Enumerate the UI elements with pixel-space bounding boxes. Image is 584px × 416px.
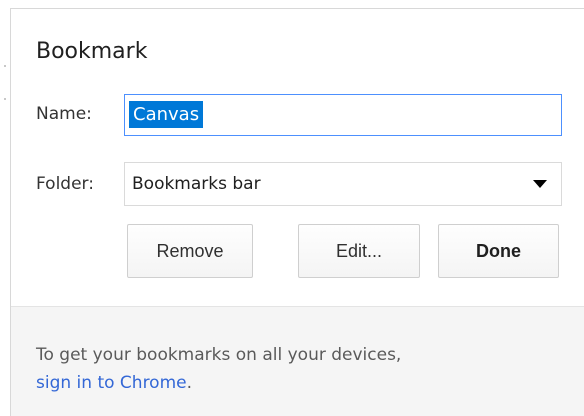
edit-button[interactable]: Edit... <box>298 224 420 278</box>
name-input[interactable]: Canvas <box>124 94 562 136</box>
folder-select[interactable]: Bookmarks bar <box>124 162 562 206</box>
folder-select-value: Bookmarks bar <box>132 174 261 194</box>
folder-label: Folder: <box>36 174 94 194</box>
background-mark <box>4 65 6 67</box>
promo-link-suffix: . <box>186 373 193 393</box>
sign-in-promo: To get your bookmarks on all your device… <box>11 306 584 416</box>
background-mark <box>4 98 6 100</box>
sign-in-promo-text: To get your bookmarks on all your device… <box>36 341 401 397</box>
background-window-edge <box>0 0 10 416</box>
name-label: Name: <box>36 104 92 124</box>
remove-button[interactable]: Remove <box>127 224 253 278</box>
name-input-selected-text: Canvas <box>129 101 204 128</box>
promo-message: To get your bookmarks on all your device… <box>36 345 402 365</box>
sign-in-link[interactable]: sign in to Chrome <box>36 373 187 393</box>
chevron-down-icon <box>533 180 547 188</box>
bookmark-dialog: Bookmark Name: Canvas Folder: Bookmarks … <box>10 8 584 416</box>
done-button[interactable]: Done <box>438 224 559 278</box>
dialog-title: Bookmark <box>36 39 148 64</box>
